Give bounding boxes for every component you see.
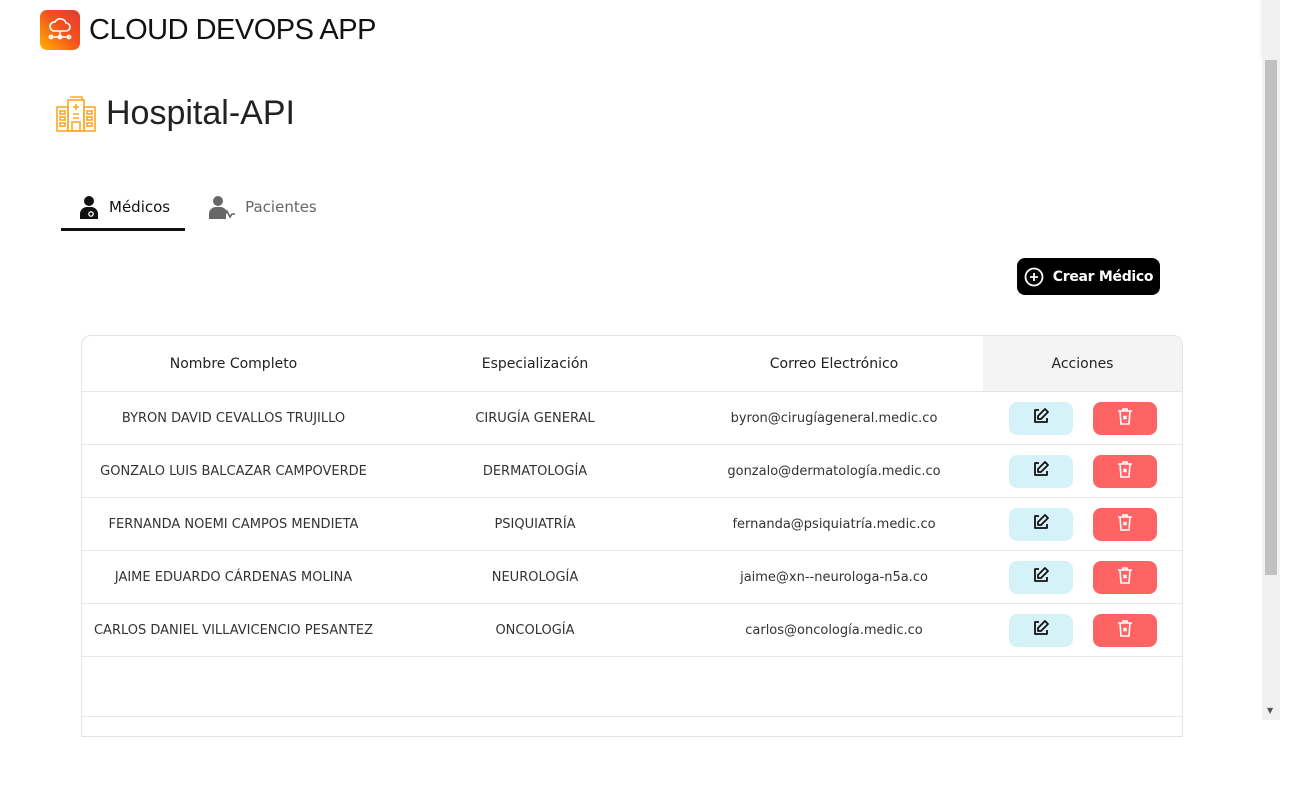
cell-especializacion: ONCOLOGÍA (495, 622, 575, 638)
delete-button[interactable] (1092, 507, 1157, 541)
patient-icon (209, 196, 236, 219)
plus-circle-icon (1024, 267, 1044, 286)
table-row: GONZALO LUIS BALCAZAR CAMPOVERDE DERMATOL… (82, 445, 1182, 498)
cell-acciones (983, 498, 1182, 550)
cell-acciones (983, 551, 1182, 603)
app-title: CLOUD DEVOPS APP (89, 13, 376, 46)
create-label: Crear Médico (1052, 268, 1154, 285)
cell-especializacion: DERMATOLOGÍA (482, 463, 588, 479)
table-header: Nombre Completo Especialización Correo E… (82, 336, 1182, 392)
delete-button[interactable] (1092, 401, 1157, 435)
header-acciones: Acciones (983, 336, 1182, 391)
cell-acciones (983, 604, 1182, 656)
vertical-scrollbar[interactable]: ▼ (1262, 0, 1280, 720)
edit-icon (1032, 460, 1050, 482)
cell-especializacion: PSIQUIATRÍA (494, 516, 576, 532)
edit-icon (1032, 407, 1050, 429)
cloud-network-icon (40, 10, 80, 50)
cell-nombre: CARLOS DANIEL VILLAVICENCIO PESANTEZ (93, 622, 374, 638)
hospital-icon (56, 95, 96, 132)
scroll-down-arrow-icon[interactable]: ▼ (1267, 706, 1273, 715)
table-body: BYRON DAVID CEVALLOS TRUJILLO CIRUGÍA GEN… (82, 392, 1182, 657)
scrollbar-thumb[interactable] (1265, 60, 1277, 575)
table-empty-space (82, 657, 1182, 717)
edit-button[interactable] (1008, 613, 1073, 647)
cell-correo: gonzalo@dermatología.medic.co (727, 463, 941, 479)
edit-icon (1032, 566, 1050, 588)
edit-button[interactable] (1008, 507, 1073, 541)
edit-icon (1032, 513, 1050, 535)
tab-pacientes[interactable]: Pacientes (185, 186, 332, 228)
edit-button[interactable] (1008, 454, 1073, 488)
cell-acciones (983, 392, 1182, 444)
edit-button[interactable] (1008, 401, 1073, 435)
header-especializacion: Especialización (481, 355, 589, 372)
table-row: BYRON DAVID CEVALLOS TRUJILLO CIRUGÍA GEN… (82, 392, 1182, 445)
cell-acciones (983, 445, 1182, 497)
cell-especializacion: CIRUGÍA GENERAL (475, 410, 595, 426)
table-row: JAIME EDUARDO CÁRDENAS MOLINA NEUROLOGÍA j… (82, 551, 1182, 604)
cell-correo: fernanda@psiquiatría.medic.co (732, 516, 936, 532)
delete-button[interactable] (1092, 454, 1157, 488)
trash-icon (1117, 407, 1133, 429)
table-row: CARLOS DANIEL VILLAVICENCIO PESANTEZ ONCO… (82, 604, 1182, 657)
table-row: FERNANDA NOEMI CAMPOS MENDIETA PSIQUIATRÍ… (82, 498, 1182, 551)
cell-nombre: JAIME EDUARDO CÁRDENAS MOLINA (114, 569, 353, 585)
medicos-table: Nombre Completo Especialización Correo E… (81, 335, 1183, 737)
tab-label: Pacientes (245, 198, 317, 216)
page-header: Hospital-API (56, 94, 295, 133)
delete-button[interactable] (1092, 560, 1157, 594)
cell-correo: jaime@xn--neurologa-n5a.co (740, 569, 928, 585)
cell-nombre: GONZALO LUIS BALCAZAR CAMPOVERDE (100, 463, 367, 479)
trash-icon (1117, 513, 1133, 535)
tab-bar: Médicos Pacientes (61, 186, 332, 231)
tab-label: Médicos (109, 198, 171, 216)
edit-icon (1032, 619, 1050, 641)
cell-correo: carlos@oncología.medic.co (745, 622, 923, 638)
header-nombre: Nombre Completo (169, 355, 298, 372)
tab-medicos[interactable]: Médicos (61, 186, 186, 231)
trash-icon (1117, 460, 1133, 482)
edit-button[interactable] (1008, 560, 1073, 594)
trash-icon (1117, 619, 1133, 641)
cell-nombre: BYRON DAVID CEVALLOS TRUJILLO (121, 410, 346, 426)
header-correo: Correo Electrónico (769, 355, 899, 372)
cell-nombre: FERNANDA NOEMI CAMPOS MENDIETA (108, 516, 359, 532)
cell-especializacion: NEUROLOGÍA (491, 569, 579, 585)
page-title: Hospital-API (106, 94, 295, 132)
doctor-icon (80, 196, 98, 219)
create-medico-button[interactable]: Crear Médico (1017, 258, 1160, 295)
app-header: CLOUD DEVOPS APP (40, 10, 376, 50)
delete-button[interactable] (1092, 613, 1157, 647)
trash-icon (1117, 566, 1133, 588)
cell-correo: byron@cirugíageneral.medic.co (730, 410, 938, 426)
